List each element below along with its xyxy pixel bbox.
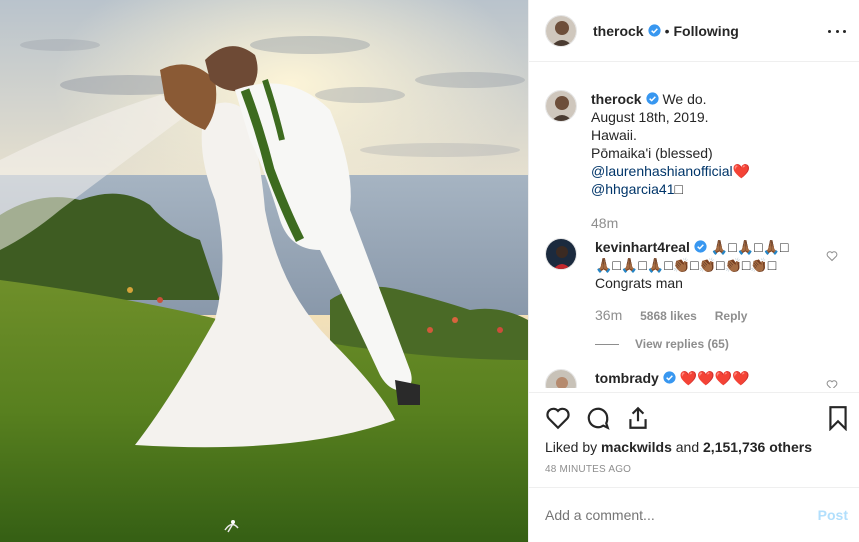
caption: therock We do. August 18th, 2019. Hawaii…: [545, 90, 831, 232]
comment-username[interactable]: kevinhart4real: [595, 239, 690, 255]
view-replies-button[interactable]: View replies (65): [595, 335, 835, 353]
comments-list[interactable]: therock We do. August 18th, 2019. Hawaii…: [529, 62, 859, 388]
like-heart-icon[interactable]: [545, 405, 571, 431]
view-replies-label: View replies (65): [635, 337, 729, 351]
liked-by-user[interactable]: mackwilds: [601, 439, 672, 455]
avatar[interactable]: [545, 90, 577, 122]
comment-likes[interactable]: 5868 likes: [640, 309, 697, 323]
avatar[interactable]: [545, 14, 577, 47]
following-button[interactable]: Following: [673, 23, 738, 39]
comment-input[interactable]: [545, 507, 795, 523]
comment-time[interactable]: 36m: [595, 307, 622, 323]
caption-line: We do.: [662, 91, 707, 107]
comment-bubble-icon[interactable]: [585, 405, 611, 431]
avatar[interactable]: [545, 369, 577, 388]
post-timestamp[interactable]: 48 MINUTES AGO: [545, 464, 631, 475]
share-icon[interactable]: [625, 405, 651, 431]
divider: [595, 343, 619, 345]
like-comment-icon[interactable]: [826, 379, 838, 388]
post-photo[interactable]: [0, 0, 528, 542]
like-comment-icon[interactable]: [826, 250, 838, 262]
bookmark-icon[interactable]: [825, 405, 851, 431]
post-username[interactable]: therock: [593, 23, 644, 39]
post-comment-button[interactable]: Post: [818, 507, 848, 523]
caption-username[interactable]: therock: [591, 91, 642, 107]
post-sidebar: therock • Following therock We do. Augus…: [528, 0, 859, 542]
wedding-photo: [0, 0, 528, 542]
separator-dot: •: [664, 22, 670, 39]
avatar[interactable]: [545, 238, 577, 270]
caption-time[interactable]: 48m: [591, 215, 618, 231]
comment-username[interactable]: tombrady: [595, 370, 659, 386]
liked-by-middle: and: [675, 439, 700, 455]
comment-emoji: 🙏🏾□🙏🏾□🙏🏾□: [710, 239, 789, 255]
liked-by-prefix: Liked by: [545, 439, 598, 455]
post-header: therock • Following: [529, 0, 859, 62]
caption-line: August 18th, 2019.: [591, 109, 709, 125]
comment-text: Congrats man: [595, 275, 683, 291]
verified-badge-icon: [694, 240, 707, 253]
comment: kevinhart4real 🙏🏾□🙏🏾□🙏🏾□ 🙏🏾□🙏🏾□🙏🏾□👏🏾□👏🏾□…: [545, 238, 835, 353]
post-actions: [529, 392, 859, 432]
emoji-placeholder: □: [674, 181, 683, 197]
add-comment-bar: Post: [529, 487, 859, 542]
comment-text: ❤️❤️❤️❤️: [679, 370, 750, 386]
comment-emoji: 🙏🏾□🙏🏾□🙏🏾□👏🏾□👏🏾□👏🏾□👏🏾□: [595, 257, 777, 273]
caption-line: Pōmaika'i (blessed): [591, 145, 713, 161]
more-options-icon[interactable]: [828, 22, 846, 40]
mention-link[interactable]: @hhgarcia41: [591, 181, 675, 197]
liked-by-count[interactable]: 2,151,736 others: [703, 439, 812, 455]
likes-summary: Liked by mackwilds and 2,151,736 others: [545, 439, 812, 455]
reply-button[interactable]: Reply: [715, 309, 748, 323]
verified-badge-icon: [645, 92, 659, 105]
verified-badge-icon: [663, 371, 676, 384]
caption-line: Hawaii.: [591, 127, 637, 143]
verified-badge-icon: [647, 24, 661, 37]
mention-link[interactable]: @laurenhashianofficial: [591, 163, 733, 179]
comment: tombrady ❤️❤️❤️❤️: [545, 369, 835, 388]
heart-emoji: ❤️: [732, 163, 751, 179]
